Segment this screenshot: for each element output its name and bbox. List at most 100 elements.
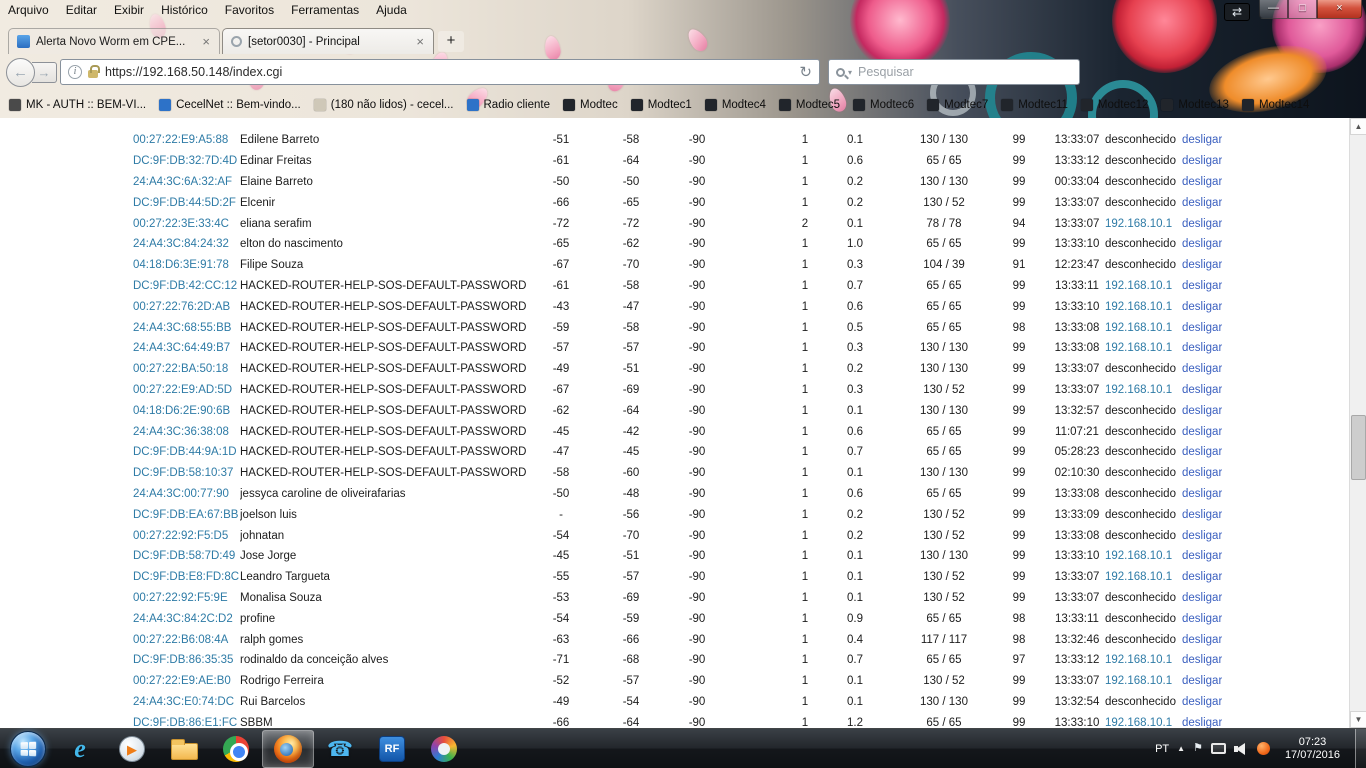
disconnect-link[interactable]: desligar (1182, 530, 1222, 542)
disconnect-link[interactable]: desligar (1182, 155, 1222, 167)
disconnect-link[interactable]: desligar (1182, 259, 1222, 271)
taskbar-media-player[interactable]: ▶ (106, 730, 158, 768)
maximize-button[interactable]: □ (1288, 0, 1317, 19)
taskbar-firefox-active[interactable] (262, 730, 314, 768)
menu-item[interactable]: Editar (66, 3, 97, 17)
client-mac[interactable]: 04:18:D6:3E:91:78 (133, 259, 240, 271)
client-ip[interactable]: 192.168.10.1 (1105, 280, 1178, 292)
client-mac[interactable]: 24:A4:3C:68:55:BB (133, 322, 240, 334)
disconnect-link[interactable]: desligar (1182, 238, 1222, 250)
disconnect-link[interactable]: desligar (1182, 280, 1222, 292)
disconnect-link[interactable]: desligar (1182, 176, 1222, 188)
client-ip[interactable]: 192.168.10.1 (1105, 675, 1178, 687)
volume-icon[interactable] (1233, 742, 1249, 755)
disconnect-link[interactable]: desligar (1182, 696, 1222, 708)
menu-item[interactable]: Ferramentas (291, 3, 359, 17)
scrollbar[interactable]: ▲ ▼ (1349, 118, 1366, 728)
client-mac[interactable]: DC:9F:DB:58:10:37 (133, 467, 240, 479)
language-indicator[interactable]: PT (1155, 743, 1169, 755)
client-mac[interactable]: 00:27:22:E9:AE:B0 (133, 675, 240, 687)
disconnect-link[interactable]: desligar (1182, 342, 1222, 354)
bookmark-item[interactable]: (180 não lidos) - cecel... (313, 98, 454, 111)
client-ip[interactable]: 192.168.10.1 (1105, 342, 1178, 354)
client-mac[interactable]: 24:A4:3C:84:2C:D2 (133, 613, 240, 625)
client-mac[interactable]: 04:18:D6:2E:90:6B (133, 405, 240, 417)
disconnect-link[interactable]: desligar (1182, 571, 1222, 583)
search-engine-caret-icon[interactable]: ▾ (848, 68, 852, 77)
disconnect-link[interactable]: desligar (1182, 717, 1222, 728)
scrollbar-thumb[interactable] (1351, 415, 1366, 480)
client-mac[interactable]: DC:9F:DB:44:9A:1D (133, 446, 240, 458)
client-mac[interactable]: DC:9F:DB:EA:67:BB (133, 509, 240, 521)
disconnect-link[interactable]: desligar (1182, 426, 1222, 438)
bookmark-item[interactable]: Modtec (562, 98, 618, 111)
show-hidden-icons[interactable]: ▲ (1177, 744, 1185, 753)
client-mac[interactable]: 00:27:22:3E:33:4C (133, 218, 240, 230)
client-ip[interactable]: 192.168.10.1 (1105, 550, 1178, 562)
client-ip[interactable]: 192.168.10.1 (1105, 322, 1178, 334)
disconnect-link[interactable]: desligar (1182, 613, 1222, 625)
antivirus-icon[interactable] (1256, 742, 1270, 755)
bookmark-item[interactable]: Modtec1 (630, 98, 692, 111)
tab-setor0030[interactable]: [setor0030] - Principal × (222, 28, 434, 54)
disconnect-link[interactable]: desligar (1182, 467, 1222, 479)
action-center-icon[interactable]: ⚑ (1193, 743, 1203, 754)
disconnect-link[interactable]: desligar (1182, 675, 1222, 687)
client-mac[interactable]: DC:9F:DB:86:35:35 (133, 654, 240, 666)
clock[interactable]: 07:23 17/07/2016 (1278, 736, 1347, 762)
bookmark-item[interactable]: CecelNet :: Bem-vindo... (159, 98, 301, 111)
bookmark-item[interactable]: Modtec7 (927, 98, 988, 111)
client-mac[interactable]: 00:27:22:92:F5:9E (133, 592, 240, 604)
taskbar-internet-explorer[interactable]: e (54, 730, 106, 768)
scroll-down-icon[interactable]: ▼ (1350, 711, 1366, 728)
client-mac[interactable]: 24:A4:3C:84:24:32 (133, 238, 240, 250)
client-mac[interactable]: DC:9F:DB:58:7D:49 (133, 550, 240, 562)
disconnect-link[interactable]: desligar (1182, 509, 1222, 521)
client-mac[interactable]: 24:A4:3C:36:38:08 (133, 426, 240, 438)
client-ip[interactable]: 192.168.10.1 (1105, 717, 1178, 728)
taskbar-softphone[interactable]: ☎ (314, 730, 366, 768)
tab-close-icon[interactable]: × (201, 35, 211, 48)
disconnect-link[interactable]: desligar (1182, 322, 1222, 334)
client-mac[interactable]: 00:27:22:B6:08:4A (133, 634, 240, 646)
bookmark-item[interactable]: Modtec4 (704, 98, 766, 111)
taskbar-chrome[interactable] (210, 730, 262, 768)
url-bar[interactable]: i https://192.168.50.148/index.cgi ↻ (60, 59, 820, 85)
menu-item[interactable]: Exibir (114, 3, 144, 17)
client-mac[interactable]: DC:9F:DB:E8:FD:8C (133, 571, 240, 583)
menu-item[interactable]: Ajuda (376, 3, 407, 17)
disconnect-link[interactable]: desligar (1182, 197, 1222, 209)
client-mac[interactable]: 00:27:22:E9:AD:5D (133, 384, 240, 396)
taskbar-file-explorer[interactable] (158, 730, 210, 768)
client-mac[interactable]: 24:A4:3C:64:49:B7 (133, 342, 240, 354)
client-mac[interactable]: 00:27:22:BA:50:18 (133, 363, 240, 375)
fullscreen-toggle-icon[interactable]: ⇄ (1224, 3, 1250, 21)
client-ip[interactable]: 192.168.10.1 (1105, 654, 1178, 666)
client-mac[interactable]: 24:A4:3C:6A:32:AF (133, 176, 240, 188)
client-mac[interactable]: 00:27:22:76:2D:AB (133, 301, 240, 313)
start-button[interactable] (10, 730, 46, 767)
network-icon[interactable] (1210, 743, 1226, 754)
client-mac[interactable]: DC:9F:DB:44:5D:2F (133, 197, 240, 209)
disconnect-link[interactable]: desligar (1182, 405, 1222, 417)
scroll-up-icon[interactable]: ▲ (1350, 118, 1366, 135)
client-ip[interactable]: 192.168.10.1 (1105, 384, 1178, 396)
taskbar-rf-tool[interactable]: RF (366, 730, 418, 768)
disconnect-link[interactable]: desligar (1182, 634, 1222, 646)
bookmark-item[interactable]: Modtec13 (1161, 98, 1229, 111)
client-mac[interactable]: DC:9F:DB:42:CC:12 (133, 280, 240, 292)
bookmark-item[interactable]: Radio cliente (466, 98, 550, 111)
bookmark-item[interactable]: Modtec6 (853, 98, 914, 111)
bookmark-item[interactable]: Modtec11 (1001, 98, 1068, 111)
bookmark-item[interactable]: Modtec14 (1241, 98, 1309, 111)
client-mac[interactable]: 00:27:22:92:F5:D5 (133, 530, 240, 542)
forward-button[interactable]: → (32, 61, 57, 83)
client-ip[interactable]: 192.168.10.1 (1105, 571, 1178, 583)
client-mac[interactable]: 24:A4:3C:E0:74:DC (133, 696, 240, 708)
disconnect-link[interactable]: desligar (1182, 488, 1222, 500)
client-mac[interactable]: 24:A4:3C:00:77:90 (133, 488, 240, 500)
new-tab-button[interactable]: + (438, 31, 464, 52)
tab-alert-worm[interactable]: Alerta Novo Worm em CPE... × (8, 28, 220, 54)
minimize-button[interactable]: — (1259, 0, 1288, 19)
search-bar[interactable]: ▾ Pesquisar (828, 59, 1080, 85)
